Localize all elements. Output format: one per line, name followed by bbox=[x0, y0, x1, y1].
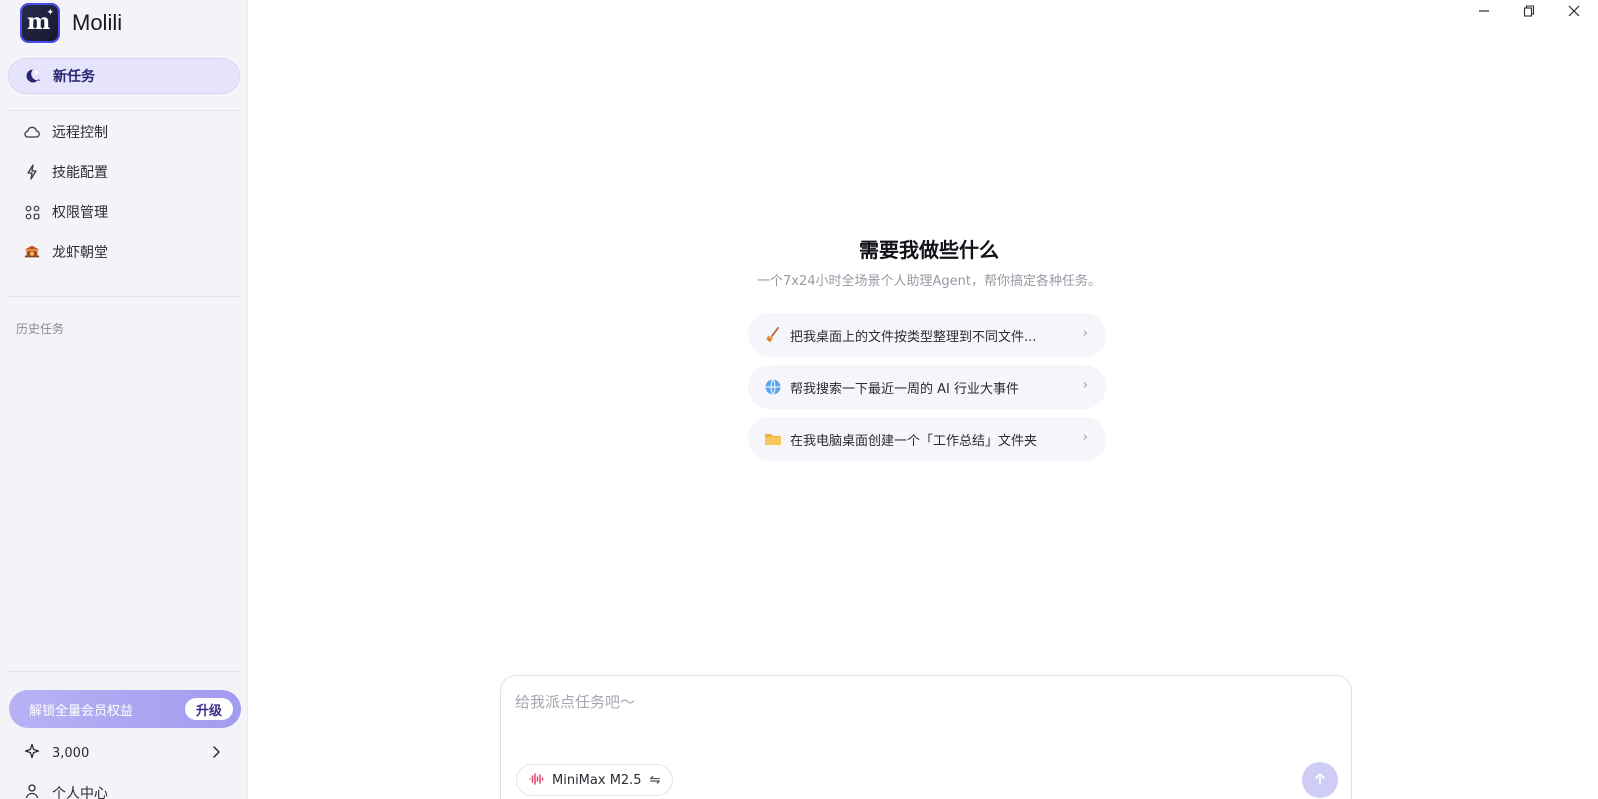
page-subtitle: 一个7x24小时全场景个人助理Agent，帮你搞定各种任务。 bbox=[757, 274, 1101, 289]
sidebar-item-remote-control[interactable]: 远程控制 bbox=[8, 114, 240, 150]
sidebar-item-label: 技能配置 bbox=[52, 165, 108, 181]
folder-icon bbox=[764, 430, 782, 448]
suggestion-label: 帮我搜索一下最近一周的 AI 行业大事件 bbox=[790, 381, 1019, 397]
credits-value: 3,000 bbox=[52, 745, 90, 761]
waveform-icon bbox=[529, 771, 545, 790]
palace-icon bbox=[24, 244, 40, 260]
user-icon bbox=[24, 783, 40, 799]
cloud-icon bbox=[24, 124, 40, 140]
apps-icon bbox=[24, 204, 40, 220]
sidebar-item-lobster-court[interactable]: 龙虾朝堂 bbox=[8, 234, 240, 270]
suggestion-label: 把我桌面上的文件按类型整理到不同文件... bbox=[790, 329, 1037, 345]
model-selector[interactable]: MiniMax M2.5 ⇋ bbox=[516, 764, 674, 796]
chevron-right-icon: › bbox=[1082, 430, 1088, 445]
sparkle-icon bbox=[24, 743, 40, 763]
suggestion-search-ai-news[interactable]: 帮我搜索一下最近一周的 AI 行业大事件 › bbox=[748, 365, 1106, 409]
suggestion-create-folder[interactable]: 在我电脑桌面创建一个「工作总结」文件夹 › bbox=[748, 417, 1106, 461]
globe-icon bbox=[764, 378, 782, 396]
brand: m ✦ Molili bbox=[20, 3, 122, 43]
sidebar-item-profile[interactable]: 个人中心 bbox=[8, 778, 240, 799]
upgrade-button[interactable]: 升级 bbox=[185, 698, 233, 720]
membership-banner-label: 解锁全量会员权益 bbox=[29, 703, 134, 719]
new-chat-icon bbox=[25, 68, 41, 84]
task-input[interactable] bbox=[515, 688, 1335, 716]
history-section-title: 历史任务 bbox=[16, 322, 65, 336]
sidebar-divider bbox=[8, 110, 240, 111]
new-task-button[interactable]: 新任务 bbox=[8, 58, 240, 94]
credits-row[interactable]: 3,000 bbox=[8, 736, 240, 770]
close-window-button[interactable] bbox=[1552, 0, 1596, 22]
close-icon bbox=[1568, 2, 1580, 21]
membership-banner[interactable]: 解锁全量会员权益 升级 bbox=[9, 690, 241, 728]
sidebar-item-skill-config[interactable]: 技能配置 bbox=[8, 154, 240, 190]
profile-label: 个人中心 bbox=[52, 786, 108, 799]
sidebar-item-permissions[interactable]: 权限管理 bbox=[8, 194, 240, 230]
sidebar-item-label: 龙虾朝堂 bbox=[52, 245, 108, 261]
chevron-right-icon bbox=[208, 744, 224, 764]
sidebar: m ✦ Molili 新任务 远程控制 技能配置 权限管理 龙虾朝堂 历史任务 … bbox=[0, 0, 248, 799]
restore-button[interactable] bbox=[1507, 0, 1551, 22]
logo-spark-icon: ✦ bbox=[46, 8, 54, 18]
suggestion-label: 在我电脑桌面创建一个「工作总结」文件夹 bbox=[790, 433, 1038, 449]
app-logo: m ✦ bbox=[20, 3, 60, 43]
swap-icon: ⇋ bbox=[649, 772, 661, 788]
sidebar-divider bbox=[8, 296, 240, 297]
app-name: Molili bbox=[72, 10, 123, 35]
new-task-label: 新任务 bbox=[53, 69, 95, 85]
suggestion-organize-files[interactable]: 把我桌面上的文件按类型整理到不同文件... › bbox=[748, 313, 1106, 357]
model-name: MiniMax M2.5 bbox=[552, 772, 642, 788]
page-title: 需要我做些什么 bbox=[859, 238, 999, 262]
sidebar-divider bbox=[8, 671, 240, 672]
chevron-right-icon: › bbox=[1082, 378, 1088, 393]
sidebar-item-label: 权限管理 bbox=[52, 205, 108, 221]
chevron-right-icon: › bbox=[1082, 326, 1088, 341]
send-button[interactable] bbox=[1302, 762, 1338, 798]
minimize-icon bbox=[1478, 2, 1490, 21]
minimize-button[interactable] bbox=[1462, 0, 1506, 22]
arrow-up-icon bbox=[1313, 771, 1327, 790]
broom-icon bbox=[764, 326, 782, 344]
spark-icon bbox=[24, 164, 40, 180]
sidebar-item-label: 远程控制 bbox=[52, 125, 108, 141]
restore-icon bbox=[1523, 2, 1535, 21]
